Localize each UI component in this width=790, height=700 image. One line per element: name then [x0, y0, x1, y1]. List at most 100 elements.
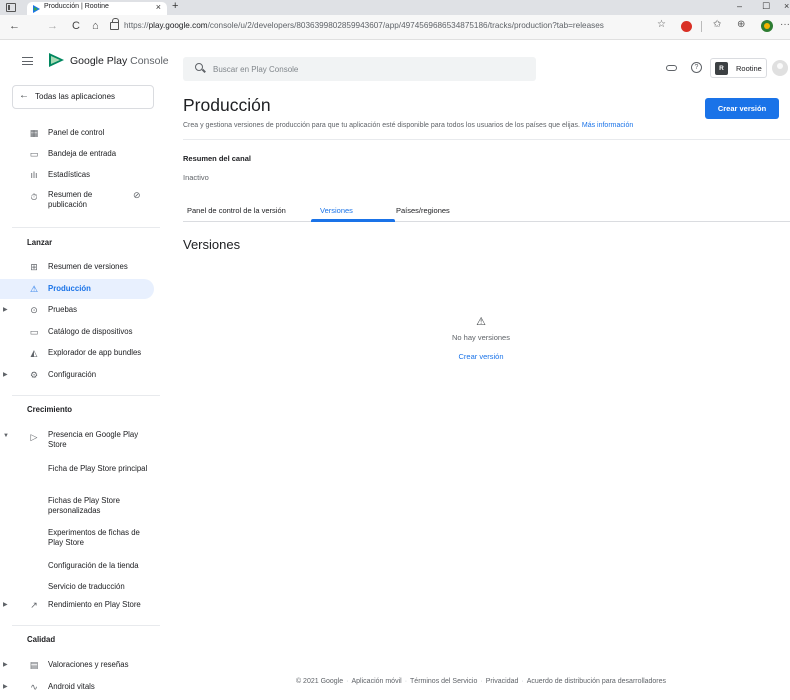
favorites-icon[interactable]: ✩	[713, 19, 721, 30]
profile-icon[interactable]	[761, 20, 773, 32]
search-icon	[195, 63, 203, 71]
sidebar-item-store-presence[interactable]: ▼ ▷ Presencia en Google Play Store	[0, 427, 154, 453]
sidebar-subitem-translation-service[interactable]: Servicio de traducción	[0, 579, 154, 595]
create-release-button[interactable]: Crear versión	[705, 98, 779, 119]
expand-caret-icon[interactable]: ▶	[3, 683, 8, 690]
menu-icon[interactable]	[22, 57, 33, 65]
sidebar-divider	[12, 227, 160, 228]
lock-icon	[110, 18, 119, 30]
footer-link-distribution-agreement[interactable]: Acuerdo de distribución para desarrollad…	[527, 678, 666, 685]
sidebar-item-label: Valoraciones y reseñas	[48, 660, 129, 669]
tab-releases[interactable]: Versiones	[320, 206, 353, 215]
url-text[interactable]: https://play.google.com/console/u/2/deve…	[124, 21, 604, 30]
sidebar-item-setup[interactable]: ▶ ⚙ Configuración	[0, 365, 154, 385]
address-bar: ← → C ⌂ https://play.google.com/console/…	[0, 15, 790, 40]
create-release-link[interactable]: Crear versión	[458, 352, 503, 361]
empty-state-text: No hay versiones	[452, 333, 510, 342]
maximize-icon[interactable]: ☐	[762, 1, 770, 12]
link-icon[interactable]	[666, 65, 677, 71]
expand-caret-icon[interactable]: ▶	[3, 601, 8, 608]
sidebar-item-production[interactable]: ⚠ Producción	[0, 279, 154, 299]
production-icon: ⚠	[476, 316, 486, 328]
expand-caret-icon[interactable]: ▶	[3, 661, 8, 668]
sidebar-item-label: Producción	[48, 284, 91, 293]
dashboard-icon: ▦	[29, 128, 39, 138]
sidebar-subitem-label: Experimentos de fichas de Play Store	[48, 528, 140, 547]
collections-icon[interactable]: ⊕	[737, 19, 745, 30]
settings-gear-icon: ⚙	[29, 370, 39, 380]
footer-copyright: © 2021 Google	[295, 678, 344, 685]
sidebar-item-android-vitals[interactable]: ▶ ∿ Android vitals	[0, 677, 154, 697]
sidebar-subitem-custom-listings[interactable]: Fichas de Play Store personalizadas	[0, 493, 154, 519]
sidebar-item-label: Resumen de publicación	[48, 190, 93, 209]
back-arrow-icon[interactable]: ←	[9, 20, 20, 32]
inbox-icon: ▭	[29, 149, 39, 159]
browser-tab[interactable]: Producción | Rootine ×	[27, 2, 167, 15]
bundle-explorer-icon: ◭	[30, 348, 38, 358]
tab-countries-regions[interactable]: Países/regiones	[396, 206, 450, 215]
sidebar-subitem-store-settings[interactable]: Configuración de la tienda	[0, 558, 154, 574]
sidebar-item-label: Explorador de app bundles	[48, 348, 142, 357]
active-tab-indicator	[311, 219, 395, 222]
sidebar-subitem-main-listing[interactable]: Ficha de Play Store principal	[0, 461, 154, 487]
sidebar-item-device-catalog[interactable]: ▭ Catálogo de dispositivos	[0, 322, 154, 342]
account-badge: R	[715, 62, 728, 75]
google-play-logo-icon[interactable]	[49, 53, 65, 67]
footer-link-privacy[interactable]: Privacidad	[486, 678, 519, 685]
favorite-star-icon[interactable]: ☆	[657, 19, 666, 30]
adblock-extension-icon[interactable]	[681, 21, 692, 32]
tab-release-dashboard[interactable]: Panel de control de la versión	[187, 206, 286, 215]
browser-tab-title: Producción | Rootine	[44, 3, 109, 10]
release-overview-icon: ⊞	[30, 262, 38, 272]
production-icon: ⚠	[29, 284, 39, 294]
expand-caret-icon[interactable]: ▶	[3, 371, 8, 378]
tab-close-icon[interactable]: ×	[156, 2, 161, 12]
sidebar-item-statistics[interactable]: ılı Estadísticas	[0, 165, 154, 185]
more-info-link[interactable]: Más información	[582, 122, 633, 129]
reload-icon[interactable]: C	[72, 20, 80, 32]
account-name: Rootine	[736, 64, 762, 73]
avatar[interactable]	[772, 60, 788, 76]
window-menu-icon[interactable]	[6, 3, 16, 12]
forward-arrow-icon[interactable]: →	[47, 20, 58, 32]
sidebar-item-label: Configuración	[48, 370, 97, 379]
expand-caret-icon[interactable]: ▶	[3, 306, 8, 313]
section-title-growth: Crecimiento	[27, 405, 73, 414]
sidebar-item-release-overview[interactable]: ⊞ Resumen de versiones	[0, 257, 154, 277]
app-header: Google Play Console ? R Rootine	[0, 41, 790, 81]
sidebar-item-dashboard[interactable]: ▦ Panel de control	[0, 123, 154, 143]
home-icon[interactable]: ⌂	[92, 20, 99, 32]
sidebar-item-inbox[interactable]: ▭ Bandeja de entrada	[0, 144, 154, 164]
sidebar-subitem-label: Configuración de la tienda	[48, 561, 139, 570]
publishing-overview-icon: ⏱	[30, 192, 38, 202]
channel-summary-label: Resumen del canal	[183, 154, 251, 163]
browser-menu-icon[interactable]: ···	[780, 19, 790, 30]
play-console-favicon-icon	[33, 5, 40, 13]
help-icon[interactable]: ?	[691, 62, 702, 73]
footer: © 2021 Google · Aplicación móvil · Términos …	[295, 678, 667, 685]
browser-tab-bar: Producción | Rootine × + – ☐ ×	[0, 0, 790, 15]
sidebar-item-store-performance[interactable]: ▶ ↗ Rendimiento en Play Store	[0, 595, 154, 615]
url-field[interactable]: https://play.google.com/console/u/2/deve…	[110, 18, 645, 36]
section-title-launch: Lanzar	[27, 238, 53, 247]
empty-state-create-release-link: Crear versión	[160, 352, 790, 361]
brand-title[interactable]: Google Play Console	[70, 55, 169, 67]
collapse-caret-icon[interactable]: ▼	[3, 433, 9, 439]
minimize-icon[interactable]: –	[737, 1, 742, 11]
sidebar-item-bundle-explorer[interactable]: ◭ Explorador de app bundles	[0, 343, 154, 363]
window-close-icon[interactable]: ×	[784, 1, 789, 11]
sidebar-item-testing[interactable]: ▶ ⊙ Pruebas	[0, 300, 154, 320]
new-tab-icon[interactable]: +	[172, 0, 178, 12]
sidebar: ← Todas las aplicaciones ▦ Panel de cont…	[0, 75, 160, 700]
testing-icon: ⊙	[30, 305, 38, 315]
footer-link-terms[interactable]: Términos del Servicio	[410, 678, 477, 685]
sidebar-item-publishing-overview[interactable]: ⏱ Resumen de publicación ⊘	[0, 187, 154, 213]
bar-chart-icon: ılı	[30, 170, 38, 180]
release-tabs: Panel de control de la versión Versiones…	[183, 202, 790, 222]
all-apps-button[interactable]: ← Todas las aplicaciones	[12, 85, 154, 109]
sidebar-item-ratings-reviews[interactable]: ▶ ▤ Valoraciones y reseñas	[0, 655, 154, 675]
footer-link-mobile-app[interactable]: Aplicación móvil	[352, 678, 402, 685]
vitals-pulse-icon: ∿	[30, 682, 38, 692]
sidebar-subitem-listing-experiments[interactable]: Experimentos de fichas de Play Store	[0, 525, 154, 551]
toolbar-divider	[701, 21, 702, 32]
